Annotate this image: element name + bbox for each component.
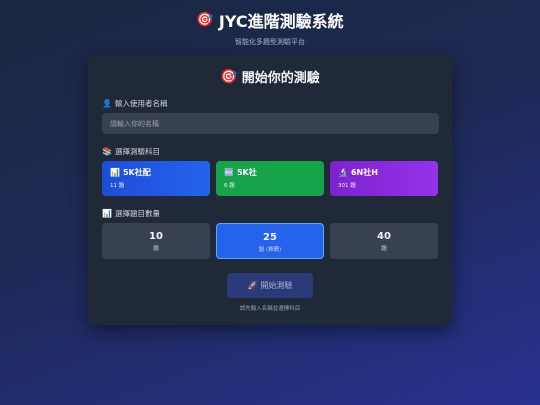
books-icon: 📚 xyxy=(102,147,112,156)
username-input[interactable] xyxy=(102,113,439,134)
name-label-text: 輸入使用者名稱 xyxy=(114,99,168,108)
count-option-40[interactable]: 40 題 xyxy=(330,223,438,259)
count-section-label: 📊 選擇題目數量 xyxy=(102,208,160,219)
count-unit: 題 (推薦) xyxy=(258,247,282,253)
subject-count: 6 題 xyxy=(224,183,235,189)
start-button-label: 開始測驗 xyxy=(260,281,293,290)
card-title-text: 開始你的測驗 xyxy=(241,71,320,86)
count-number: 25 xyxy=(263,232,277,243)
subject-option-5k[interactable]: 🔤 5K社 6 題 xyxy=(216,161,324,196)
count-option-10[interactable]: 10 題 xyxy=(102,223,210,259)
count-number: 40 xyxy=(377,231,391,242)
subject-title: 5K社 xyxy=(236,168,257,177)
app-title-text: JYC進階測驗系統 xyxy=(218,12,344,31)
subject-option-6n[interactable]: 🔬 6N社H 301 題 xyxy=(330,161,438,196)
app-subtitle: 智能化多題型測驗平台 xyxy=(235,38,305,46)
target-icon: 🎯 xyxy=(196,12,214,28)
subject-title: 6N社H xyxy=(350,168,378,177)
card-title: 🎯 開始你的測驗 xyxy=(88,67,452,87)
count-unit: 題 xyxy=(153,246,159,252)
subject-option-5k-peer[interactable]: 📊 5K社配 11 題 xyxy=(102,161,210,196)
count-unit: 題 xyxy=(381,246,387,252)
target-icon: 🎯 xyxy=(220,68,238,85)
subject-section-label: 📚 選擇測驗科目 xyxy=(102,146,160,157)
subject-title: 5K社配 xyxy=(122,168,151,177)
subject-count: 301 題 xyxy=(338,183,356,189)
rocket-icon: 🚀 xyxy=(247,281,258,290)
count-option-25[interactable]: 25 題 (推薦) xyxy=(216,223,324,259)
start-quiz-button[interactable]: 🚀 開始測驗 xyxy=(227,273,313,298)
subject-count: 11 題 xyxy=(110,183,125,189)
chart-icon: 📊 xyxy=(102,209,112,218)
abc-icon: 🔤 xyxy=(224,168,234,177)
app-title: 🎯 JYC進階測驗系統 xyxy=(0,8,540,32)
helper-hint: 請先輸入名稱並選擇科目 xyxy=(239,306,301,312)
count-number: 10 xyxy=(149,231,163,242)
user-icon: 👤 xyxy=(102,99,112,108)
subject-label-text: 選擇測驗科目 xyxy=(114,147,160,156)
name-section-label: 👤 輸入使用者名稱 xyxy=(102,98,167,109)
count-label-text: 選擇題目數量 xyxy=(114,209,160,218)
header: 🎯 JYC進階測驗系統 智能化多題型測驗平台 xyxy=(0,8,540,47)
microscope-icon: 🔬 xyxy=(338,168,348,177)
quiz-start-card: 🎯 開始你的測驗 👤 輸入使用者名稱 📚 選擇測驗科目 📊5K社配 11 題 🔤… xyxy=(88,55,452,325)
chart-icon: 📊 xyxy=(110,168,120,177)
